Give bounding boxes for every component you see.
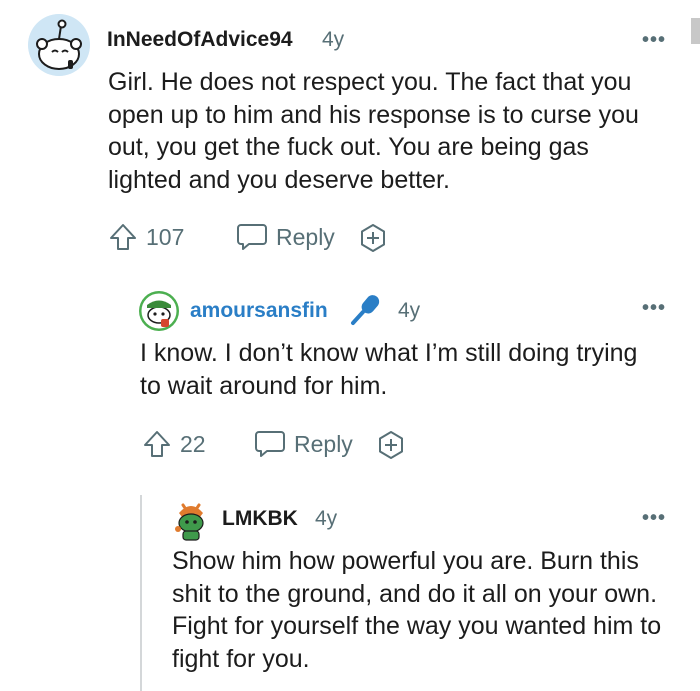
award-icon xyxy=(379,431,403,459)
comment-bubble-icon xyxy=(237,224,267,250)
comment-age: 4y xyxy=(398,299,421,322)
avatar[interactable] xyxy=(28,14,90,76)
microphone-icon xyxy=(351,295,380,325)
vote-count: 107 xyxy=(146,223,185,250)
more-options-icon[interactable]: ••• xyxy=(642,30,666,50)
reply-label: Reply xyxy=(276,223,335,250)
vote-count: 22 xyxy=(180,430,206,457)
avatar[interactable] xyxy=(139,291,179,331)
comment-username[interactable]: amoursansfin xyxy=(190,299,328,323)
scrollbar[interactable] xyxy=(691,18,700,44)
comment-username[interactable]: InNeedOfAdvice94 xyxy=(107,28,293,52)
more-options-icon[interactable]: ••• xyxy=(642,298,666,318)
upvote-button[interactable]: 22 xyxy=(142,429,206,459)
more-options-icon[interactable]: ••• xyxy=(642,508,666,528)
reply-button[interactable]: Reply xyxy=(236,222,335,252)
comment-body: I know. I don’t know what I’m still doin… xyxy=(140,339,638,400)
upvote-button[interactable]: 107 xyxy=(108,222,184,252)
comment-age: 4y xyxy=(322,28,345,51)
snoo-avatar-icon xyxy=(28,14,90,76)
comment-age: 4y xyxy=(315,507,338,530)
upvote-icon xyxy=(110,224,136,250)
reply-button[interactable]: Reply xyxy=(254,429,353,459)
comment-body: Girl. He does not respect you. The fact … xyxy=(108,68,639,194)
snoo-avatar-icon xyxy=(175,503,204,541)
comment-bubble-icon xyxy=(255,431,285,457)
avatar[interactable] xyxy=(171,499,211,541)
comment-body: Show him how powerful you are. Burn this… xyxy=(172,547,662,673)
award-button[interactable] xyxy=(376,430,406,465)
thread-line xyxy=(140,495,142,691)
award-button[interactable] xyxy=(358,223,388,258)
snoo-avatar-icon xyxy=(139,291,179,331)
upvote-icon xyxy=(144,431,170,457)
comment-username[interactable]: LMKBK xyxy=(222,507,298,531)
reply-label: Reply xyxy=(294,430,353,457)
award-icon xyxy=(361,224,385,252)
